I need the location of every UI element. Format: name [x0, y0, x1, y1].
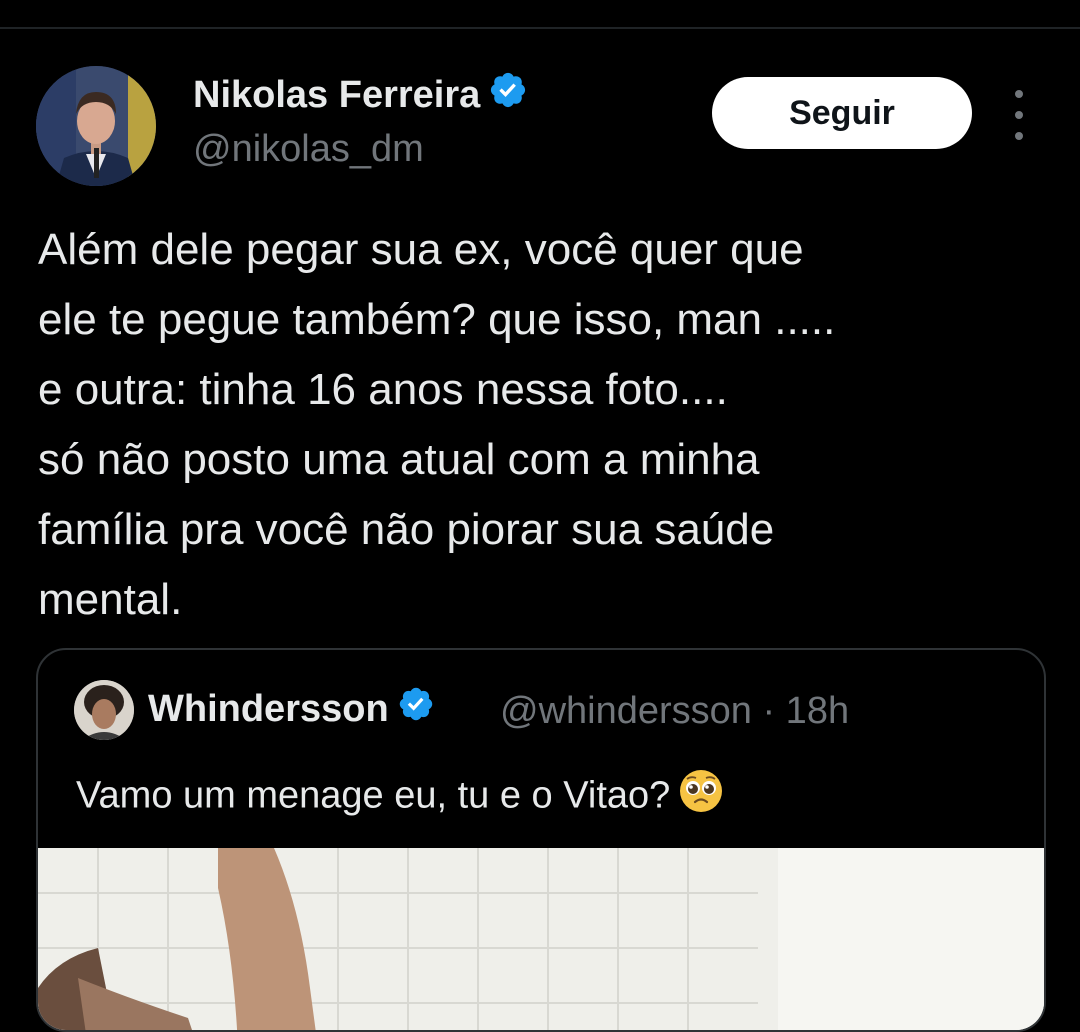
- quoted-tweet-card[interactable]: Whindersson @whindersson · 18h Vamo um m…: [36, 648, 1046, 1032]
- author-name-text: Nikolas Ferreira: [193, 74, 481, 116]
- author-display-name[interactable]: Nikolas Ferreira: [193, 70, 528, 123]
- tweet-text: Além dele pegar sua ex, você quer que el…: [38, 215, 1048, 635]
- pleading-face-emoji: [678, 768, 724, 827]
- verified-badge-icon: [488, 70, 528, 123]
- tweet-text-line: e outra: tinha 16 anos nessa foto....: [38, 365, 728, 414]
- author-handle[interactable]: @nikolas_dm: [193, 124, 424, 174]
- tweet-text-line: Além dele pegar sua ex, você quer que: [38, 225, 804, 274]
- quoted-tweet-text-content: Vamo um menage eu, tu e o Vitao?: [76, 774, 671, 817]
- tweet-text-line: só não posto uma atual com a minha: [38, 435, 760, 484]
- verified-badge-icon: [397, 685, 435, 736]
- quoted-author-avatar[interactable]: [74, 680, 134, 740]
- top-divider: [0, 27, 1080, 29]
- more-vertical-icon[interactable]: [1004, 90, 1034, 140]
- quoted-author-name-text: Whindersson: [148, 688, 389, 730]
- author-avatar[interactable]: [36, 66, 156, 186]
- tweet-text-line: família pra você não piorar sua saúde: [38, 505, 775, 554]
- quoted-tweet-media[interactable]: [38, 848, 1044, 1030]
- tweet-text-line: ele te pegue também? que isso, man .....: [38, 295, 836, 344]
- quoted-handle-time: @whindersson · 18h: [500, 690, 850, 732]
- follow-button[interactable]: Seguir: [712, 77, 972, 149]
- quoted-tweet-text: Vamo um menage eu, tu e o Vitao?: [76, 768, 724, 827]
- quoted-author-display-name[interactable]: Whindersson: [148, 684, 435, 736]
- tweet-text-line: mental.: [38, 575, 183, 624]
